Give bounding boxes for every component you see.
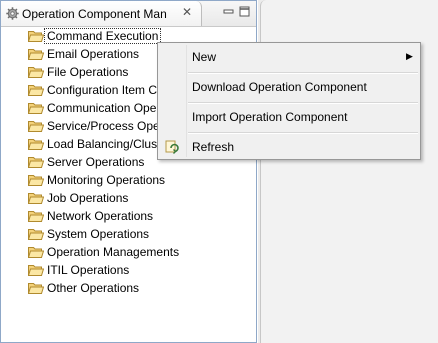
menu-item-download[interactable]: Download Operation Component [158,76,420,98]
chevron-right-icon: ▶ [406,51,413,61]
maximize-icon[interactable] [239,6,250,17]
tree-item-label: ITIL Operations [47,263,130,277]
folder-icon [28,31,44,42]
menu-item-label: New [192,50,217,64]
menu-separator [188,72,418,74]
folder-icon [28,247,44,258]
menu-separator [188,132,418,134]
folder-icon [28,193,44,204]
tree-item-label: Load Balancing/Clus [47,137,158,151]
gear-icon [6,7,19,20]
folder-icon [28,175,44,186]
tree-item-label: System Operations [47,227,150,241]
minimize-icon[interactable] [223,6,234,17]
folder-icon [28,85,44,96]
tree-item-label: Service/Process Oper [47,119,164,133]
folder-icon [28,211,44,222]
menu-separator [188,102,418,104]
folder-icon [28,121,44,132]
tree-item-label: Job Operations [47,191,129,205]
tree-item-label: Command Execution [43,28,162,44]
menu-item-import[interactable]: Import Operation Component [158,106,420,128]
tree-item-label: Operation Managements [47,245,180,259]
menu-item-refresh[interactable]: Refresh [158,136,420,158]
menu-item-label: Refresh [192,140,235,154]
context-menu: New ▶ Download Operation Component Impor… [157,42,421,160]
tree-item-label: Communication Ope [47,101,157,115]
folder-icon [28,67,44,78]
menu-item-label: Import Operation Component [192,110,348,124]
tree-item-label: Configuration Item C [47,83,158,97]
menu-item-new[interactable]: New ▶ [158,46,420,68]
folder-icon [28,283,44,294]
tree-item-label: Other Operations [47,281,140,295]
tree-item-label: Network Operations [47,209,154,223]
tree-item-label: Monitoring Operations [47,173,166,187]
view-tab-bar: Operation Component Man ✕ [1,1,256,27]
view-tab[interactable]: Operation Component Man ✕ [1,1,202,26]
folder-icon [28,103,44,114]
tree-item-label: Server Operations [47,155,145,169]
folder-icon [28,157,44,168]
refresh-icon [165,140,179,154]
tree-item-label: Email Operations [47,47,140,61]
folder-icon [28,265,44,276]
close-icon[interactable]: ✕ [181,6,193,18]
folder-icon [28,49,44,60]
folder-icon [28,229,44,240]
tree-item-label: File Operations [47,65,129,79]
menu-item-label: Download Operation Component [192,80,367,94]
folder-icon [28,139,44,150]
view-title: Operation Component Man [22,7,167,21]
